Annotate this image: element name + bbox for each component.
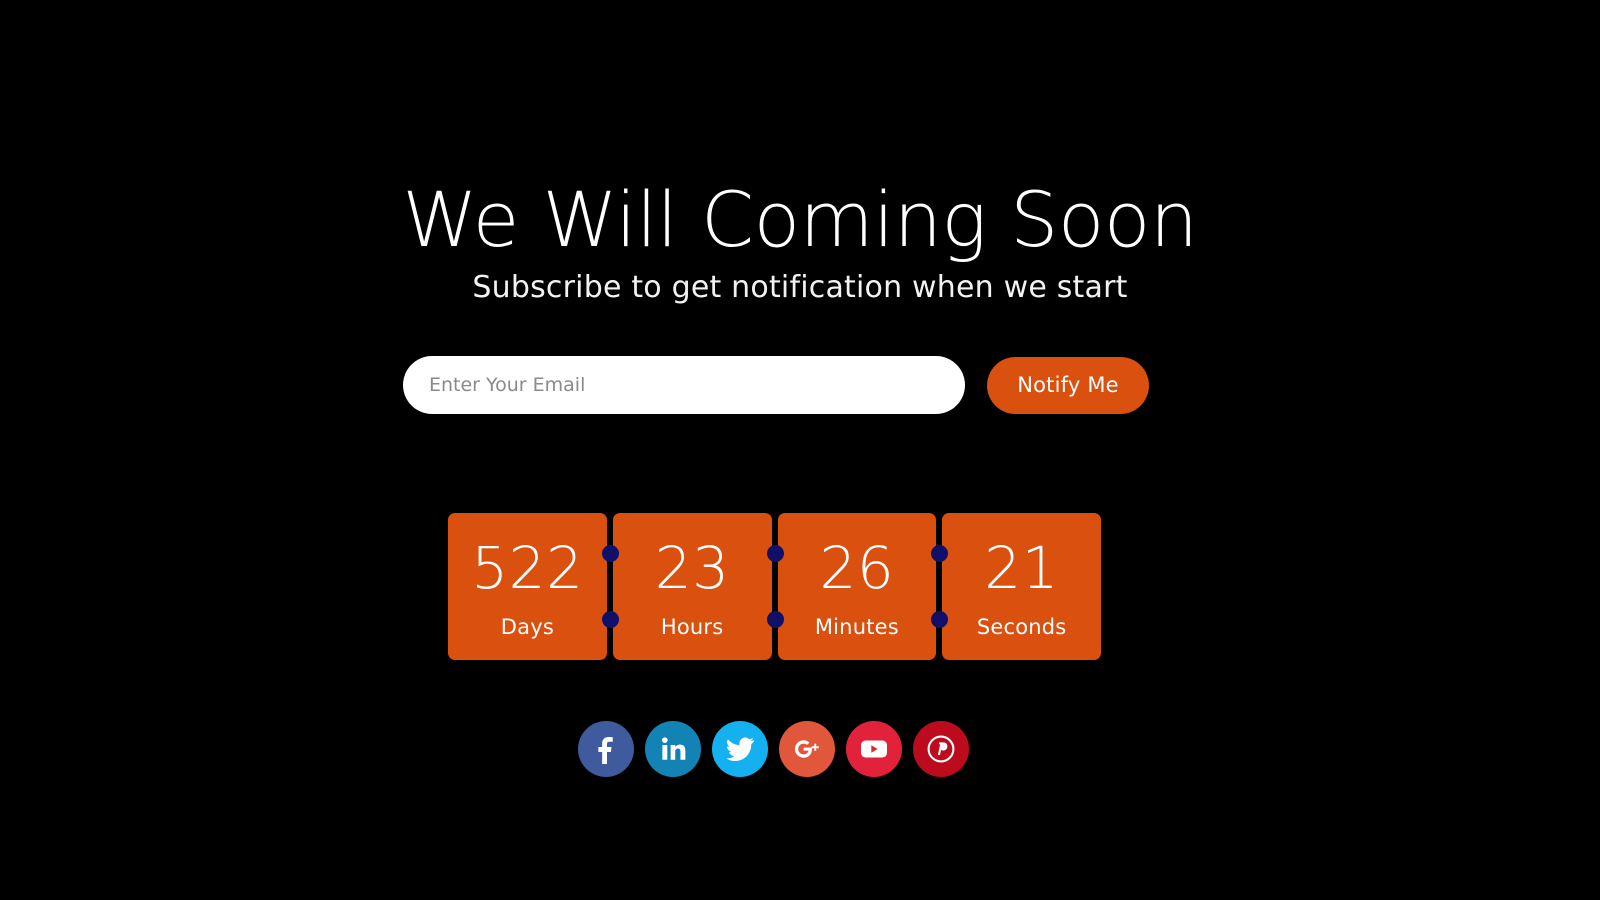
facebook-icon [591, 734, 621, 764]
google-plus-icon [791, 733, 823, 765]
countdown-value-days: 522 [471, 534, 584, 602]
countdown-label-hours: Hours [660, 615, 724, 639]
countdown-label-minutes: Minutes [814, 615, 899, 639]
social-link-pinterest[interactable] [913, 721, 969, 777]
social-link-googleplus[interactable] [779, 721, 835, 777]
countdown-cell-hours: 23 Hours [612, 513, 784, 660]
countdown-cell-days: 522 Days [448, 513, 619, 660]
countdown-label-days: Days [500, 615, 554, 639]
subscribe-form: Notify Me [403, 356, 1149, 414]
countdown-value-minutes: 26 [819, 534, 895, 602]
social-link-linkedin[interactable] [645, 721, 701, 777]
countdown-timer: 522 Days 23 Hours 26 Minutes 21 Seconds [448, 513, 1101, 660]
countdown-value-seconds: 21 [984, 534, 1060, 602]
social-link-youtube[interactable] [846, 721, 902, 777]
countdown-cell-seconds: 21 Seconds [942, 513, 1101, 660]
countdown-cell-minutes: 26 Minutes [777, 513, 949, 660]
countdown-value-hours: 23 [654, 534, 730, 602]
email-input[interactable] [403, 356, 965, 414]
page-subtitle: Subscribe to get notification when we st… [472, 270, 1128, 305]
coming-soon-page: We Will Coming Soon Subscribe to get not… [0, 0, 1600, 900]
social-links [578, 721, 970, 777]
page-title: We Will Coming Soon [402, 174, 1198, 264]
social-link-twitter[interactable] [712, 721, 768, 777]
social-link-facebook[interactable] [578, 721, 634, 777]
twitter-icon [725, 734, 755, 764]
linkedin-icon [659, 735, 687, 763]
notify-me-button[interactable]: Notify Me [987, 356, 1149, 414]
youtube-icon [858, 733, 890, 765]
countdown-label-seconds: Seconds [976, 615, 1067, 639]
pinterest-icon [925, 733, 957, 765]
